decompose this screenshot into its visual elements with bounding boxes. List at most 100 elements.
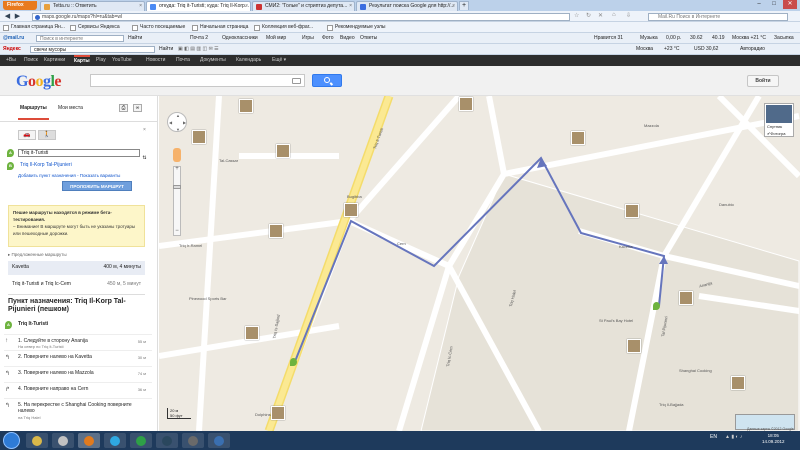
bookmark-item[interactable]: Коллекция веб-фраг... <box>254 23 313 32</box>
toolbar-item-city[interactable]: Москва <box>636 45 653 54</box>
get-directions-button[interactable]: ПРОЛОЖИТЬ МАРШРУТ <box>62 181 132 191</box>
route-start-marker-icon[interactable] <box>653 302 660 310</box>
toolbar-item-rate[interactable]: USD 30,62 <box>694 45 718 54</box>
pan-up-icon[interactable]: ▲ <box>176 113 180 118</box>
close-icon[interactable]: × <box>452 2 455 11</box>
gbar-plus-you[interactable]: +Вы <box>6 55 16 66</box>
photo-thumbnail[interactable] <box>245 326 259 340</box>
step-item[interactable]: ↰ 2. Поверните налево на Kavetta 30 м <box>4 350 152 364</box>
gbar-news[interactable]: Новости <box>146 55 165 66</box>
new-tab-button[interactable]: + <box>459 1 469 10</box>
origin-input[interactable]: Triq it-Turisti <box>18 149 140 157</box>
toolbar-item-video[interactable]: Видео <box>340 34 355 43</box>
toolbar-item-likes[interactable]: Нравится 31 <box>594 34 623 43</box>
back-icon[interactable]: ◀ <box>3 13 12 21</box>
add-destination-link[interactable]: Добавить пункт назначения - Показать вар… <box>18 173 120 178</box>
zoom-out-icon[interactable]: − <box>174 228 180 235</box>
gbar-maps[interactable]: Карты <box>74 55 90 66</box>
bookmark-star-icon[interactable]: ☆ <box>574 12 579 19</box>
pan-down-icon[interactable]: ▼ <box>176 127 180 132</box>
photo-thumbnail[interactable] <box>239 99 253 113</box>
taskbar-app[interactable] <box>156 433 178 448</box>
photo-thumbnail[interactable] <box>571 131 585 145</box>
taskbar-app[interactable] <box>26 433 48 448</box>
photo-thumbnail[interactable] <box>344 203 358 217</box>
photo-thumbnail[interactable] <box>459 97 473 111</box>
bookmark-item[interactable]: Начальная страница <box>192 23 248 32</box>
step-item[interactable]: ↑ 1. Следуйте в сторону Ananija На север… <box>4 334 152 349</box>
gbar-youtube[interactable]: YouTube <box>112 55 132 66</box>
stop-icon[interactable]: ✕ <box>598 12 603 19</box>
route-end-marker-icon[interactable] <box>290 358 297 366</box>
gbar-docs[interactable]: Документы <box>200 55 226 66</box>
gbar-mail[interactable]: Почта <box>176 55 190 66</box>
pan-right-icon[interactable]: ▶ <box>183 120 186 125</box>
close-icon[interactable]: × <box>349 2 352 11</box>
forward-icon[interactable]: ▶ <box>13 13 22 21</box>
toolbar-item-more[interactable]: Засыпка <box>774 34 794 43</box>
route-option[interactable]: Kavetta 400 м, 4 минуты <box>8 261 145 275</box>
photo-thumbnail[interactable] <box>269 224 283 238</box>
close-window-button[interactable]: ✕ <box>783 0 797 9</box>
photo-thumbnail[interactable] <box>731 376 745 390</box>
photo-thumbnail[interactable] <box>192 130 206 144</box>
firefox-menu-button[interactable]: Firefox <box>3 1 37 10</box>
toolbar-item-temp[interactable]: +23 °C <box>664 45 679 54</box>
mailru-search-input[interactable]: Поиск в интернете <box>36 35 124 42</box>
toolbar-item-radio[interactable]: Авторадио <box>740 45 765 54</box>
gbar-search[interactable]: Поиск <box>24 55 38 66</box>
tab-my-places[interactable]: Мои места <box>58 105 83 111</box>
tab-maps[interactable]: откуда: Triq it-Turisti; куда: Triq Il-K… <box>146 1 251 11</box>
photo-thumbnail[interactable] <box>627 339 641 353</box>
gbar-more[interactable]: Ещё ▾ <box>272 55 286 66</box>
google-logo[interactable]: Google <box>16 73 61 91</box>
taskbar-app[interactable] <box>104 433 126 448</box>
zoom-slider[interactable]: + − <box>173 166 181 236</box>
mailru-find-button[interactable]: Найти <box>128 34 142 43</box>
toolbar-item-eur[interactable]: 40.19 <box>712 34 725 43</box>
photos-checkbox[interactable]: ✔Фотогра <box>767 131 785 136</box>
yandex-find-button[interactable]: Найти <box>159 45 173 54</box>
step-item[interactable]: ↰ 3. Поверните налево на Mazzola 74 м <box>4 366 152 380</box>
gbar-images[interactable]: Картинки <box>44 55 65 66</box>
toolbar-item-answers[interactable]: Ответы <box>360 34 377 43</box>
destination-input[interactable]: Triq Il-Korp Tal-Pijunieri <box>18 162 140 170</box>
close-icon[interactable]: × <box>245 2 248 11</box>
zoom-thumb[interactable] <box>173 185 181 189</box>
taskbar-app[interactable] <box>182 433 204 448</box>
keyboard-icon[interactable] <box>292 78 301 84</box>
yandex-tools-icons[interactable]: ▣ ◧ ▤ ▥ ◫ ✉ ☰ <box>178 45 358 54</box>
car-mode-button[interactable]: 🚗 <box>18 130 36 140</box>
street-view-pegman-icon[interactable] <box>173 148 181 162</box>
bookmark-item[interactable]: Часто посещаемые <box>132 23 185 32</box>
reload-icon[interactable]: ↻ <box>586 12 591 19</box>
taskbar-app[interactable] <box>78 433 100 448</box>
swap-icon[interactable]: ⇅ <box>140 155 149 163</box>
taskbar-app[interactable] <box>130 433 152 448</box>
language-indicator[interactable]: EN <box>710 434 717 440</box>
toolbar-item-myworld[interactable]: Мой мир <box>266 34 286 43</box>
gbar-play[interactable]: Play <box>96 55 106 66</box>
maps-search-input[interactable] <box>90 74 305 87</box>
address-bar[interactable]: maps.google.ru/maps?hl=ru&tab=wl <box>32 13 570 21</box>
tray-icons[interactable]: ▲ ▮ ◐ ♪ <box>725 434 757 440</box>
toolbar-item-balance[interactable]: 0,00 р. <box>666 34 681 43</box>
clock[interactable]: 18:05 14.09.2012 <box>762 433 785 445</box>
toolbar-item-mail[interactable]: Почта 2 <box>190 34 208 43</box>
tab-routes[interactable]: Маршруты <box>18 105 49 120</box>
walk-mode-button[interactable]: 🚶 <box>38 130 56 140</box>
close-icon[interactable]: × <box>139 2 142 11</box>
photo-thumbnail[interactable] <box>625 204 639 218</box>
pan-control[interactable]: ▲ ▼ ◀ ▶ <box>167 112 187 132</box>
toolbar-item-ok[interactable]: Одноклассники <box>222 34 258 43</box>
pan-left-icon[interactable]: ◀ <box>169 120 172 125</box>
print-icon[interactable]: ⎙ <box>119 104 128 112</box>
start-button[interactable] <box>3 432 20 449</box>
downloads-icon[interactable]: ⇩ <box>626 12 631 19</box>
gbar-calendar[interactable]: Календарь <box>236 55 261 66</box>
signin-button[interactable]: Войти <box>747 75 779 87</box>
yandex-search-input[interactable]: свечи мусоры <box>30 46 155 53</box>
toolbar-item-photo[interactable]: Фото <box>322 34 334 43</box>
map-canvas[interactable]: Triq It-Turisti Mazzola Kavetta Cern Tri… <box>159 96 800 431</box>
taskbar-app[interactable] <box>208 433 230 448</box>
